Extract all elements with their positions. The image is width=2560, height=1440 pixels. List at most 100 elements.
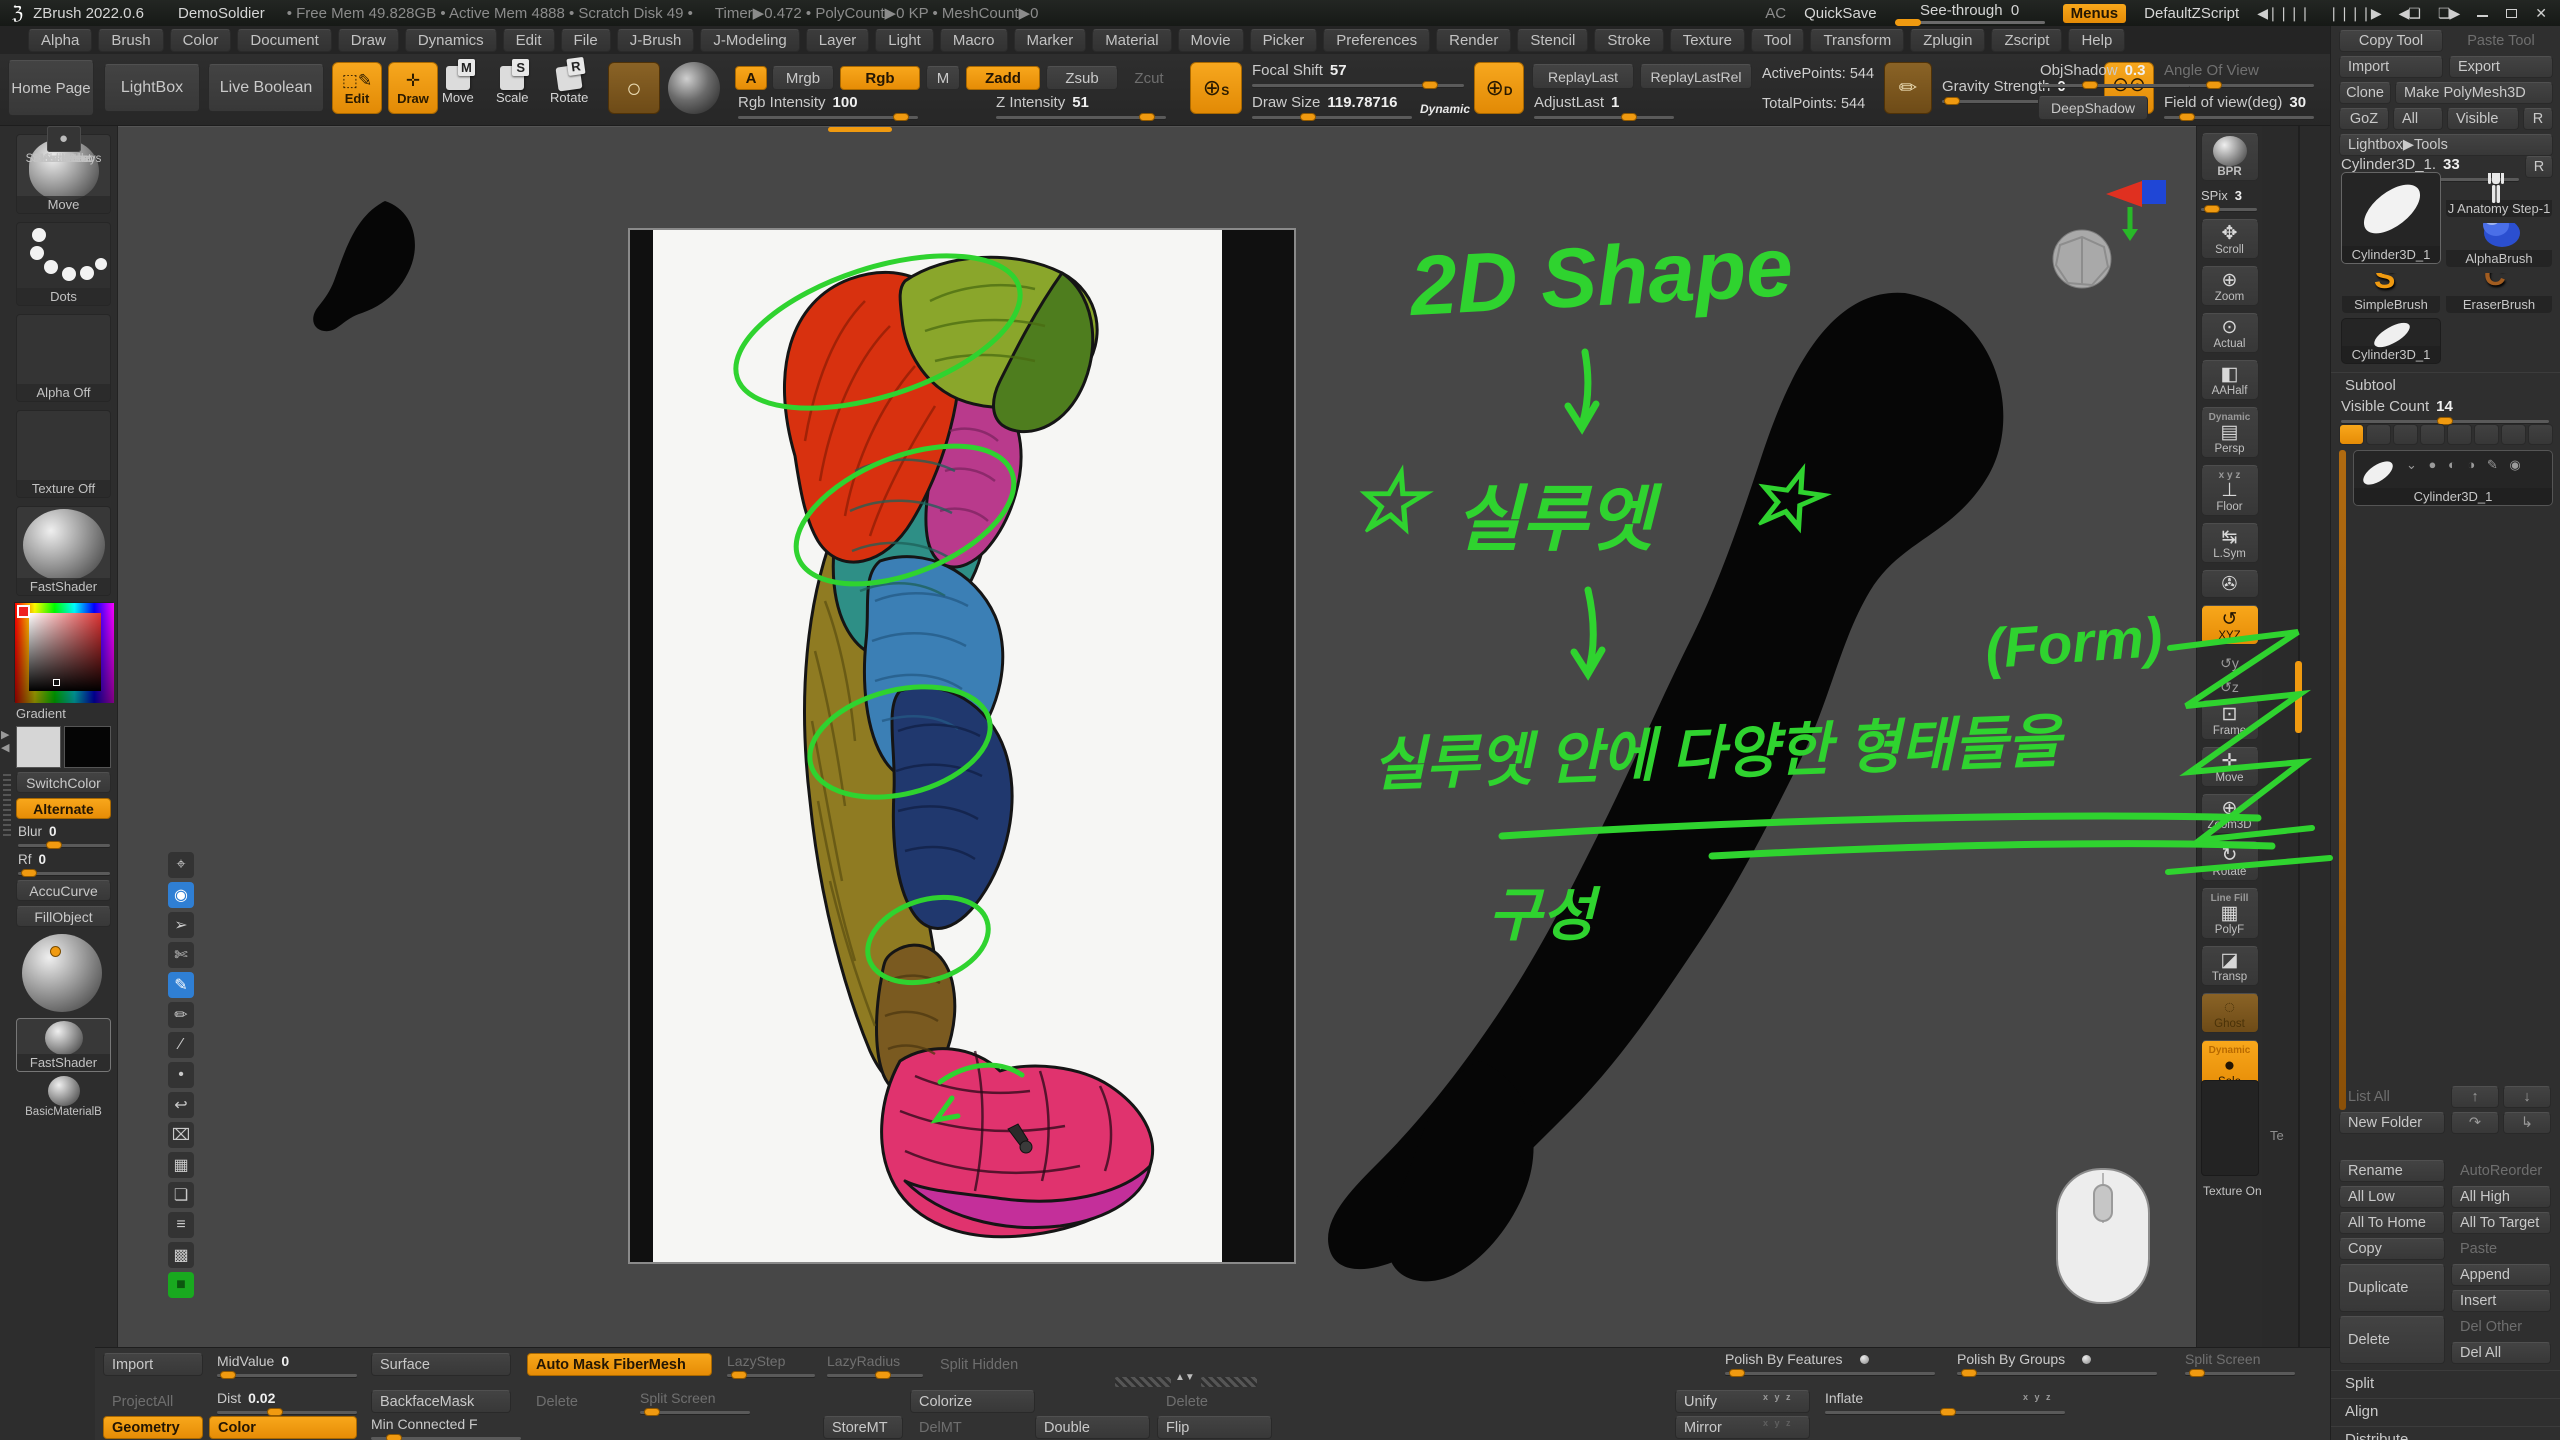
accucurve-button[interactable]: AccuCurve xyxy=(16,880,111,901)
lsym-button[interactable]: ↹ L.Sym xyxy=(2201,523,2259,563)
menu-item[interactable]: Document xyxy=(237,29,331,52)
menu-item[interactable]: Help xyxy=(2068,29,2125,52)
del-other-button[interactable]: Del Other xyxy=(2451,1316,2551,1338)
zcut-button[interactable]: Zcut xyxy=(1124,66,1174,90)
delete-texture-button[interactable]: Delete xyxy=(1157,1390,1247,1413)
alternate-button[interactable]: Alternate xyxy=(16,798,111,819)
delmt-button[interactable]: DelMT xyxy=(910,1416,980,1439)
bpr-button[interactable]: BPR xyxy=(2201,133,2259,181)
gradient-label[interactable]: Gradient xyxy=(16,706,111,721)
xyz-rotate-button[interactable]: ↺ XYZ xyxy=(2201,605,2259,645)
tray-resize-handle[interactable] xyxy=(1115,1377,1171,1387)
goz-all-button[interactable]: All xyxy=(2393,108,2443,130)
distribute-section[interactable]: Distribute xyxy=(2331,1426,2560,1440)
mirror-xyz[interactable]: x y z xyxy=(1763,1418,1793,1428)
alpha-off-thumb[interactable]: Alpha Off xyxy=(16,314,111,402)
pencil-icon[interactable]: ✏ xyxy=(168,1002,194,1028)
subtool-view-tab[interactable] xyxy=(2366,424,2391,445)
eye-icon[interactable]: ◉ xyxy=(168,882,194,908)
transp-button[interactable]: ◪ Transp xyxy=(2201,946,2259,986)
close-icon[interactable]: ✕ xyxy=(2535,5,2546,22)
polish-by-groups-slider[interactable]: Polish By Groups xyxy=(1957,1351,2157,1375)
subtool-item[interactable]: ⌄ ● ◐ ◑ ✎ ◉ Cylinder3D_1 xyxy=(2353,450,2553,506)
align-section[interactable]: Align xyxy=(2331,1398,2560,1418)
move3d-button[interactable]: ✛ Move xyxy=(2201,747,2259,787)
menu-item[interactable]: J-Brush xyxy=(617,29,695,52)
menu-item[interactable]: Tool xyxy=(1751,29,1805,52)
split-section[interactable]: Split xyxy=(2331,1370,2560,1390)
switch-color-button[interactable]: SwitchColor xyxy=(16,772,111,793)
new-folder-button[interactable]: New Folder xyxy=(2339,1112,2445,1134)
dot-icon[interactable]: • xyxy=(168,1062,194,1088)
menu-item[interactable]: Preferences xyxy=(1323,29,1430,52)
secondary-color-swatch[interactable] xyxy=(64,726,111,768)
rf-slider[interactable]: Rf0 xyxy=(18,852,110,875)
doc-next-icon[interactable]: ❏▶ xyxy=(2438,5,2459,22)
subtool-view-tab[interactable] xyxy=(2339,424,2364,445)
menu-item[interactable]: Color xyxy=(170,29,232,52)
scroll-button[interactable]: ✥ Scroll xyxy=(2201,219,2259,259)
storemt-button[interactable]: StoreMT xyxy=(823,1416,903,1439)
double-button[interactable]: Double xyxy=(1035,1416,1150,1439)
live-boolean-button[interactable]: Live Boolean xyxy=(208,64,324,112)
rotate-mode-button[interactable]: R Rotate xyxy=(550,66,588,105)
material-basic-thumb[interactable]: BasicMaterialB xyxy=(16,1076,111,1118)
menu-item[interactable]: Macro xyxy=(940,29,1008,52)
unify-xyz[interactable]: x y z xyxy=(1763,1392,1793,1402)
paste-subtool-button[interactable]: Paste xyxy=(2451,1238,2551,1260)
subtool-view-tab[interactable] xyxy=(2447,424,2472,445)
all-to-target-button[interactable]: All To Target xyxy=(2451,1212,2551,1234)
delete-subtool-button[interactable]: Delete xyxy=(2339,1316,2445,1364)
current-stroke-button[interactable]: ○ xyxy=(608,62,660,114)
board-icon[interactable]: ▦ xyxy=(168,1152,194,1178)
subtool-view-tab[interactable] xyxy=(2501,424,2526,445)
flip-button[interactable]: Flip xyxy=(1157,1416,1272,1439)
tool-slot-eraserbrush[interactable]: C EraserBrush xyxy=(2445,272,2553,314)
field-of-view-slider[interactable]: Field of view(deg)30 xyxy=(2164,94,2314,119)
aahalf-button[interactable]: ◧ AAHalf xyxy=(2201,360,2259,400)
undo-icon[interactable]: ↩ xyxy=(168,1092,194,1118)
spix-slider[interactable]: SPix3 xyxy=(2201,188,2257,211)
gravity-icon-button[interactable]: ✏ xyxy=(1884,62,1932,114)
color-picker[interactable] xyxy=(14,602,113,702)
menu-item[interactable]: Texture xyxy=(1670,29,1745,52)
texture-preview[interactable] xyxy=(2201,1080,2259,1176)
edit-mode-button[interactable]: ⬚✎ Edit xyxy=(332,62,382,114)
marker-icon[interactable]: ✎ xyxy=(168,972,194,998)
copy-tool-button[interactable]: Copy Tool xyxy=(2339,30,2443,52)
split-hidden-button[interactable]: Split Hidden xyxy=(931,1353,1041,1376)
all-low-button[interactable]: All Low xyxy=(2339,1186,2445,1208)
polish-by-features-slider[interactable]: Polish By Features xyxy=(1725,1351,1935,1375)
menu-item[interactable]: Brush xyxy=(98,29,163,52)
append-button[interactable]: Append xyxy=(2451,1264,2551,1286)
a-button[interactable]: A xyxy=(735,66,767,90)
visible-count-slider[interactable]: Visible Count14 xyxy=(2341,398,2549,423)
pin-icon[interactable]: ⌖ xyxy=(168,852,194,878)
ghost-button[interactable]: ◌ Ghost xyxy=(2201,993,2259,1033)
obj-shadow-slider[interactable]: ObjShadow0.3 xyxy=(2040,62,2190,87)
subtool-view-tab[interactable] xyxy=(2528,424,2553,445)
move-to-folder-button[interactable]: ↷ xyxy=(2451,1112,2499,1134)
insert-button[interactable]: Insert xyxy=(2451,1290,2551,1312)
deep-shadow-button[interactable]: DeepShadow xyxy=(2038,96,2148,120)
line-icon[interactable]: ∕ xyxy=(168,1032,194,1058)
current-material-button[interactable] xyxy=(668,62,720,114)
auto-mask-fibermesh-button[interactable]: Auto Mask FiberMesh xyxy=(527,1353,712,1376)
backfacemask-button[interactable]: BackfaceMask xyxy=(371,1390,511,1413)
min-connected-slider[interactable]: Min Connected F xyxy=(371,1416,521,1440)
split-screen2-slider[interactable]: Split Screen xyxy=(640,1390,750,1414)
polish-groups-toggle[interactable] xyxy=(2082,1355,2091,1364)
zadd-button[interactable]: Zadd xyxy=(966,66,1040,90)
m-button[interactable]: M xyxy=(926,66,960,90)
menu-item[interactable]: Zplugin xyxy=(1910,29,1985,52)
cursor-icon[interactable]: ➢ xyxy=(168,912,194,938)
divider-right-icon[interactable]: ❘❘❘❘▶ xyxy=(2328,5,2381,22)
ac-toggle[interactable]: AC xyxy=(1765,5,1786,22)
menu-item[interactable]: Transform xyxy=(1810,29,1904,52)
goz-r-button[interactable]: R xyxy=(2523,108,2553,130)
tray-collapse-icon[interactable]: ▶◀ xyxy=(1,728,9,754)
brush-smoothvalleys[interactable]: ● SmoothValleys xyxy=(16,126,111,165)
canvas-viewport[interactable] xyxy=(118,126,2196,1347)
menu-item[interactable]: Movie xyxy=(1178,29,1244,52)
subtool-item-icons[interactable]: ⌄ ● ◐ ◑ ✎ ◉ xyxy=(2406,457,2525,473)
